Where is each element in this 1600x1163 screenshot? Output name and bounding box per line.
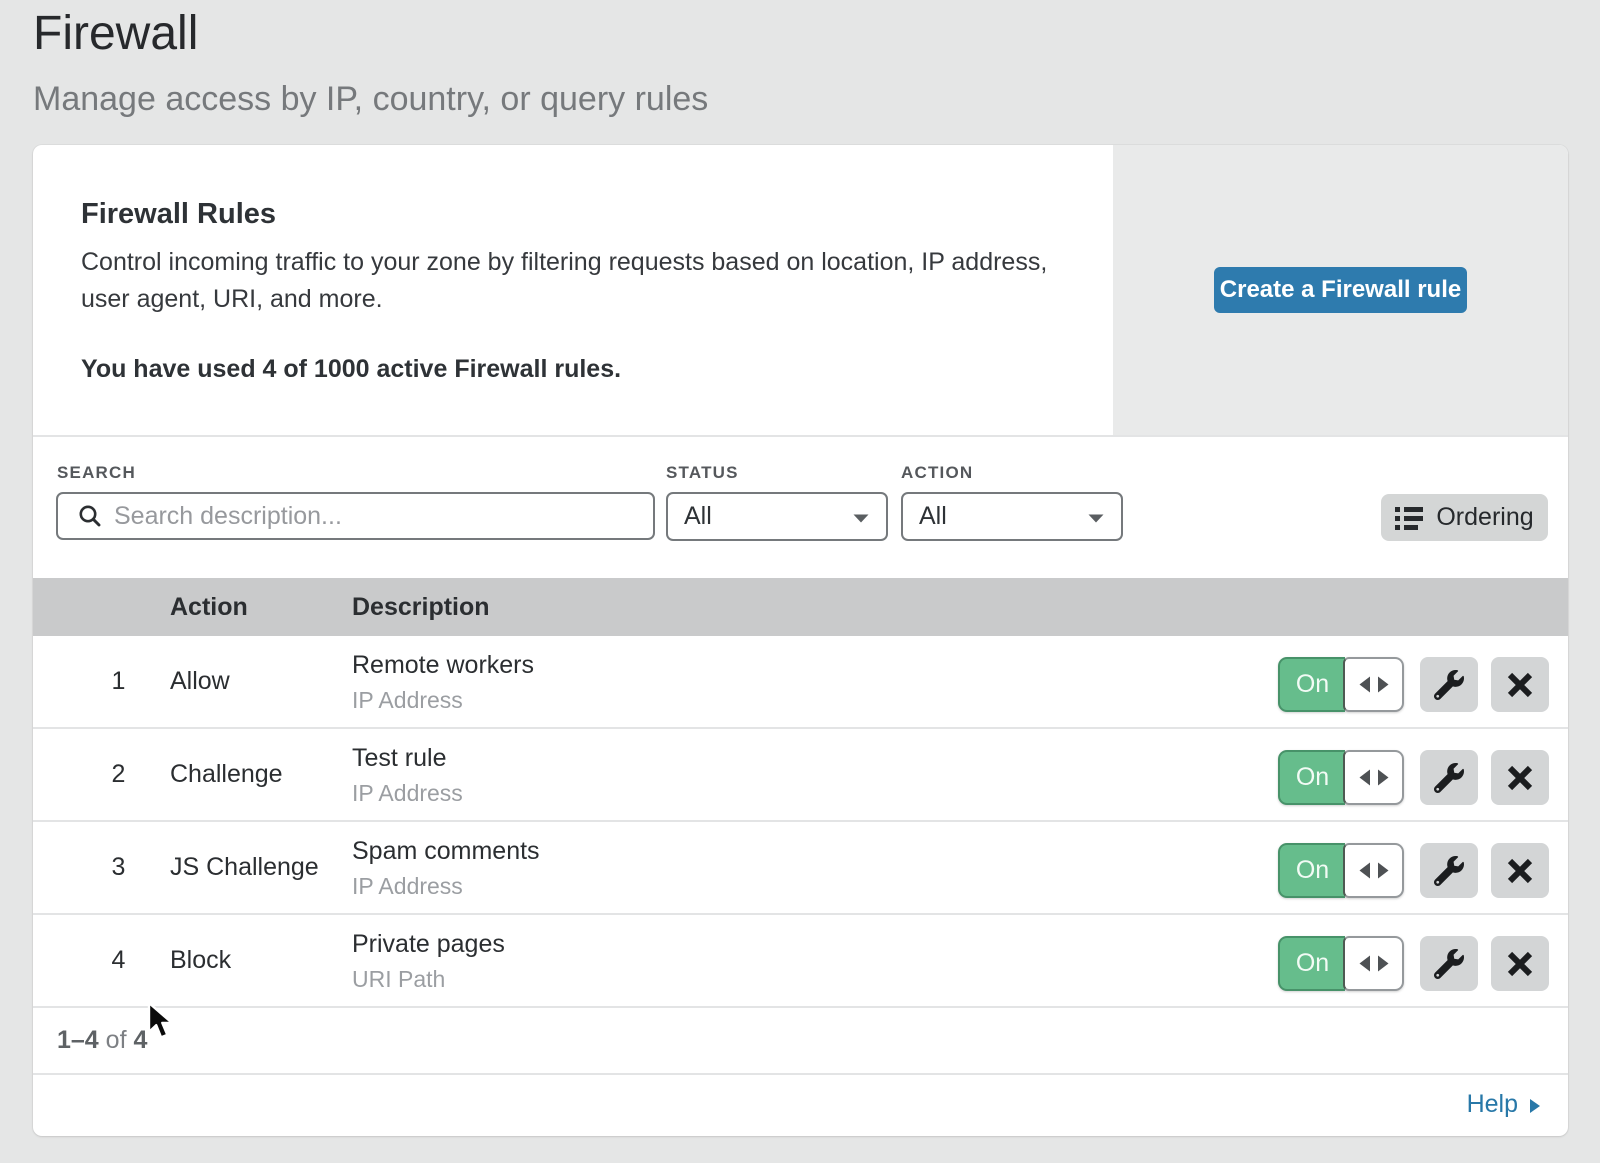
table-row: 1 Allow Remote workers IP Address On xyxy=(33,636,1568,729)
ordering-button[interactable]: Ordering xyxy=(1381,494,1548,541)
firewall-rules-summary-section: Firewall Rules Control incoming traffic … xyxy=(33,145,1568,435)
search-label: SEARCH xyxy=(57,463,136,483)
create-rule-panel: Create a Firewall rule xyxy=(1113,145,1568,435)
help-link-label: Help xyxy=(1467,1090,1518,1119)
wrench-icon xyxy=(1434,763,1464,793)
filters-bar: SEARCH STATUS All ACTION All xyxy=(33,435,1568,578)
x-icon xyxy=(1507,858,1533,884)
page-title: Firewall xyxy=(33,6,198,62)
search-icon xyxy=(77,503,103,529)
edit-rule-button[interactable] xyxy=(1420,657,1478,712)
section-description: Control incoming traffic to your zone by… xyxy=(81,244,1056,318)
left-right-arrows-icon xyxy=(1359,862,1389,879)
table-row: 4 Block Private pages URI Path On xyxy=(33,915,1568,1008)
mouse-cursor xyxy=(146,1001,176,1043)
toggle-on-label: On xyxy=(1278,657,1345,712)
x-icon xyxy=(1507,951,1533,977)
left-right-arrows-icon xyxy=(1359,769,1389,786)
ordering-button-label: Ordering xyxy=(1436,503,1533,532)
create-firewall-rule-button[interactable]: Create a Firewall rule xyxy=(1214,267,1467,313)
pagination: 1–4 of 4 xyxy=(33,1008,1568,1075)
status-select-value: All xyxy=(684,502,712,531)
action-label: ACTION xyxy=(901,463,973,483)
toggle-handle[interactable] xyxy=(1343,657,1404,712)
rule-priority: 1 xyxy=(33,667,170,696)
rule-enabled-toggle[interactable]: On xyxy=(1278,843,1406,898)
toggle-handle[interactable] xyxy=(1343,936,1404,991)
search-field xyxy=(56,492,655,540)
wrench-icon xyxy=(1434,949,1464,979)
rule-description: Remote workers xyxy=(352,651,1278,679)
section-heading: Firewall Rules xyxy=(81,196,1081,232)
chevron-down-icon xyxy=(1088,514,1104,523)
rule-action: Block xyxy=(170,946,352,975)
rule-action: JS Challenge xyxy=(170,853,352,882)
wrench-icon xyxy=(1434,670,1464,700)
delete-rule-button[interactable] xyxy=(1491,657,1549,712)
delete-rule-button[interactable] xyxy=(1491,936,1549,991)
rule-enabled-toggle[interactable]: On xyxy=(1278,750,1406,805)
rule-match-type: IP Address xyxy=(352,873,1278,899)
wrench-icon xyxy=(1434,856,1464,886)
status-label: STATUS xyxy=(666,463,739,483)
ordering-list-icon xyxy=(1395,506,1423,530)
toggle-handle[interactable] xyxy=(1343,750,1404,805)
triangle-right-icon xyxy=(1529,1098,1541,1114)
page-subtitle: Manage access by IP, country, or query r… xyxy=(33,78,708,120)
table-row: 3 JS Challenge Spam comments IP Address … xyxy=(33,822,1568,915)
rule-action: Challenge xyxy=(170,760,352,789)
rule-enabled-toggle[interactable]: On xyxy=(1278,657,1406,712)
table-row: 2 Challenge Test rule IP Address On xyxy=(33,729,1568,822)
toggle-handle[interactable] xyxy=(1343,843,1404,898)
search-input[interactable] xyxy=(114,496,634,536)
rule-match-type: URI Path xyxy=(352,966,1278,992)
rule-match-type: IP Address xyxy=(352,780,1278,806)
delete-rule-button[interactable] xyxy=(1491,843,1549,898)
rule-priority: 2 xyxy=(33,760,170,789)
rule-description: Spam comments xyxy=(352,837,1278,865)
toggle-on-label: On xyxy=(1278,936,1345,991)
column-description: Description xyxy=(352,593,1568,622)
firewall-rules-card: Firewall Rules Control incoming traffic … xyxy=(33,145,1568,1136)
rule-enabled-toggle[interactable]: On xyxy=(1278,936,1406,991)
status-select[interactable]: All xyxy=(666,492,888,541)
pagination-of: of xyxy=(106,1026,127,1055)
usage-summary: You have used 4 of 1000 active Firewall … xyxy=(81,353,1081,385)
x-icon xyxy=(1507,765,1533,791)
rule-action: Allow xyxy=(170,667,352,696)
help-row: Help xyxy=(33,1075,1568,1134)
rule-match-type: IP Address xyxy=(352,687,1278,713)
x-icon xyxy=(1507,672,1533,698)
table-header: Action Description xyxy=(33,578,1568,636)
rule-description: Test rule xyxy=(352,744,1278,772)
edit-rule-button[interactable] xyxy=(1420,843,1478,898)
help-link[interactable]: Help xyxy=(1467,1090,1541,1119)
action-select[interactable]: All xyxy=(901,492,1123,541)
left-right-arrows-icon xyxy=(1359,676,1389,693)
edit-rule-button[interactable] xyxy=(1420,936,1478,991)
column-action: Action xyxy=(170,593,352,622)
toggle-on-label: On xyxy=(1278,843,1345,898)
delete-rule-button[interactable] xyxy=(1491,750,1549,805)
left-right-arrows-icon xyxy=(1359,955,1389,972)
chevron-down-icon xyxy=(853,514,869,523)
rule-priority: 3 xyxy=(33,853,170,882)
action-select-value: All xyxy=(919,502,947,531)
edit-rule-button[interactable] xyxy=(1420,750,1478,805)
rule-priority: 4 xyxy=(33,946,170,975)
pagination-range: 1–4 xyxy=(57,1026,99,1055)
rule-description: Private pages xyxy=(352,930,1278,958)
toggle-on-label: On xyxy=(1278,750,1345,805)
